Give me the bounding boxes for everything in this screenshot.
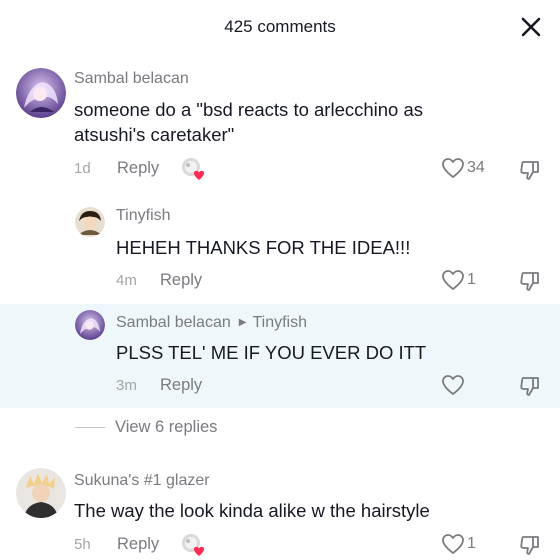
thumbs-down-icon xyxy=(520,536,539,555)
heart-outline-icon xyxy=(442,270,464,290)
like-button[interactable] xyxy=(441,374,467,396)
reply-button[interactable]: Reply xyxy=(160,271,202,290)
heart-outline-icon xyxy=(442,375,464,395)
heart-outline-icon xyxy=(442,534,464,554)
reply-username[interactable]: Tinyfish xyxy=(116,207,171,225)
like-count: 34 xyxy=(467,159,485,176)
creator-liked-badge xyxy=(180,156,206,182)
comment-item: Sukuna's #1 glazer The way the look kind… xyxy=(0,456,560,560)
view-replies-button[interactable]: View 6 replies xyxy=(75,418,217,437)
thumbs-down-icon xyxy=(520,161,539,180)
avatar[interactable] xyxy=(16,468,66,518)
reply-button[interactable]: Reply xyxy=(160,376,202,395)
like-button[interactable]: 1 xyxy=(441,269,476,291)
reply-item-highlighted: Sambal belacan ▶ Tinyfish PLSS TEL' ME IF … xyxy=(0,304,560,408)
reply-button[interactable]: Reply xyxy=(117,159,159,178)
like-count: 1 xyxy=(467,271,476,288)
comment-item: Sambal belacan someone do a "bsd reacts … xyxy=(0,56,560,192)
reply-text: PLSS TEL' ME IF YOU EVER DO ITT xyxy=(116,342,427,363)
dislike-button[interactable] xyxy=(518,269,542,293)
comment-time: 5h xyxy=(74,536,91,553)
thumbs-down-icon xyxy=(520,377,539,396)
thumbs-down-icon xyxy=(520,272,539,291)
like-button[interactable]: 34 xyxy=(441,157,485,179)
reply-time: 4m xyxy=(116,272,137,289)
reply-item: Tinyfish HEHEH THANKS FOR THE IDEA!!! 4m… xyxy=(0,192,560,304)
comment-text-line: atsushi's caretaker" xyxy=(74,124,235,145)
creator-liked-badge xyxy=(180,532,206,558)
comment-text-line: someone do a "bsd reacts to arlecchino a… xyxy=(74,99,424,120)
comments-header: 425 comments xyxy=(0,0,560,56)
like-count: 1 xyxy=(467,535,476,552)
avatar[interactable] xyxy=(16,68,66,118)
reply-to-user[interactable]: Tinyfish xyxy=(252,314,307,331)
comment-time: 1d xyxy=(74,160,91,177)
reply-author[interactable]: Sambal belacan xyxy=(116,314,231,331)
close-icon xyxy=(521,17,541,37)
view-replies-label: View 6 replies xyxy=(115,418,218,436)
heart-icon xyxy=(193,546,205,556)
close-button[interactable] xyxy=(516,12,546,42)
reply-username: Sambal belacan ▶ Tinyfish xyxy=(116,314,307,332)
dislike-button[interactable] xyxy=(518,533,542,557)
comment-username[interactable]: Sukuna's #1 glazer xyxy=(74,472,210,490)
dislike-button[interactable] xyxy=(518,158,542,182)
avatar[interactable] xyxy=(75,310,105,340)
comment-username[interactable]: Sambal belacan xyxy=(74,70,189,88)
reply-button[interactable]: Reply xyxy=(117,535,159,554)
comments-count-title: 425 comments xyxy=(224,17,336,36)
reply-text: HEHEH THANKS FOR THE IDEA!!! xyxy=(116,237,411,258)
avatar[interactable] xyxy=(75,207,105,237)
dislike-button[interactable] xyxy=(518,374,542,398)
comment-text-line: The way the look kinda alike w the hairs… xyxy=(74,500,430,521)
reply-time: 3m xyxy=(116,377,137,394)
reply-to-arrow-icon: ▶ xyxy=(238,317,247,328)
like-button[interactable]: 1 xyxy=(441,533,476,555)
heart-outline-icon xyxy=(442,158,464,178)
heart-icon xyxy=(193,170,205,180)
view-replies-divider xyxy=(75,427,105,428)
